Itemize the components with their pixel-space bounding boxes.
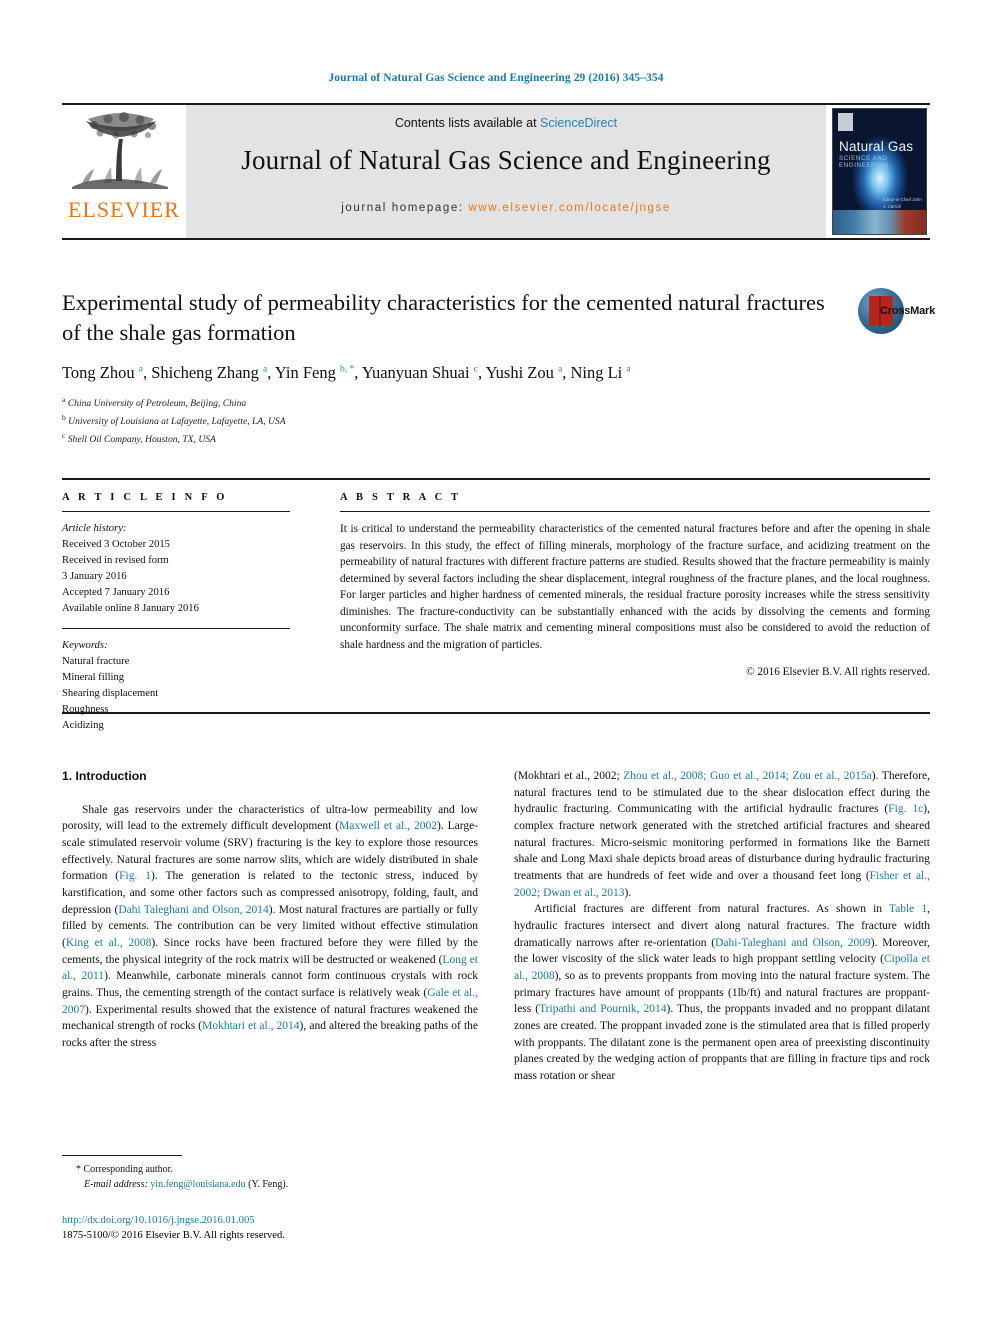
body-right-column: (Mokhtari et al., 2002; Zhou et al., 200… (514, 768, 930, 1085)
email-line: E-mail address: yin.feng@louisiana.edu (… (62, 1177, 478, 1192)
abstract-text: It is critical to understand the permeab… (340, 523, 930, 652)
divider (340, 511, 930, 512)
paper-page: Journal of Natural Gas Science and Engin… (0, 0, 992, 1323)
title-block: Experimental study of permeability chara… (62, 288, 930, 448)
sciencedirect-link[interactable]: ScienceDirect (540, 116, 617, 130)
journal-title: Journal of Natural Gas Science and Engin… (241, 145, 771, 175)
journal-masthead: ELSEVIER Contents lists available at Sci… (62, 103, 930, 240)
affiliation-text: University of Louisiana at Lafayette, La… (68, 416, 286, 428)
elsevier-tree-icon (64, 109, 182, 195)
doi-block: http://dx.doi.org/10.1016/j.jngse.2016.0… (62, 1213, 478, 1244)
contents-available-line: Contents lists available at ScienceDirec… (186, 116, 826, 130)
divider (62, 627, 290, 629)
affiliation-item: b University of Louisiana at Lafayette, … (62, 412, 930, 430)
crossmark-badge[interactable]: CrossMark (858, 288, 936, 340)
article-info-heading: A R T I C L E I N F O (62, 492, 228, 503)
affiliation-item: c Shell Oil Company, Houston, TX, USA (62, 430, 930, 448)
introduction-paragraphs: Shale gas reservoirs under the character… (62, 803, 479, 1050)
elsevier-wordmark: ELSEVIER (68, 197, 180, 222)
author-list: Tong Zhou a, Shicheng Zhang a, Yin Feng … (62, 363, 631, 383)
article-info-column: A R T I C L E I N F O Article history: R… (62, 480, 290, 734)
email-label: E-mail address: (84, 1179, 148, 1190)
affiliation-item: a China University of Petroleum, Beijing… (62, 394, 930, 412)
corresponding-author-line: * Corresponding author. (62, 1162, 478, 1177)
affiliation-marker: c (62, 430, 66, 440)
body-left-column: 1. Introduction Shale gas reservoirs und… (62, 768, 478, 1052)
history-item: Available online 8 January 2016 (62, 603, 199, 615)
info-abstract-section: A R T I C L E I N F O Article history: R… (62, 478, 930, 731)
introduction-continued-paragraphs: (Mokhtari et al., 2002; Zhou et al., 200… (514, 770, 930, 1083)
keyword-item: Shearing displacement (62, 687, 159, 699)
affiliation-marker: b (62, 413, 66, 423)
email-owner: (Y. Feng). (248, 1179, 289, 1190)
affiliation-marker: a (62, 395, 66, 405)
keyword-item: Roughness (62, 703, 109, 715)
history-item: Received in revised form (62, 555, 169, 567)
doi-link[interactable]: http://dx.doi.org/10.1016/j.jngse.2016.0… (62, 1213, 478, 1228)
email-link[interactable]: yin.feng@louisiana.edu (150, 1179, 245, 1190)
page-title: Experimental study of permeability chara… (62, 290, 825, 345)
contents-prefix: Contents lists available at (394, 116, 541, 130)
divider (62, 712, 930, 714)
history-item: Received 3 October 2015 (62, 539, 170, 551)
homepage-prefix: journal homepage: (341, 202, 469, 214)
corresponding-text: Corresponding author. (83, 1164, 173, 1175)
affiliation-text: China University of Petroleum, Beijing, … (67, 398, 247, 410)
corresponding-author-note: * Corresponding author. E-mail address: … (62, 1162, 478, 1192)
article-history-label: Article history: (62, 523, 127, 534)
journal-homepage-link[interactable]: www.elsevier.com/locate/jngse (468, 202, 670, 214)
history-item: 3 January 2016 (62, 571, 127, 583)
cover-title: Natural Gas (839, 139, 914, 154)
keywords-block: Keywords: Natural fracture Mineral filli… (62, 638, 290, 735)
elsevier-logo: ELSEVIER (62, 105, 186, 238)
cover-bottom-strip (833, 210, 926, 234)
abstract-copyright: © 2016 Elsevier B.V. All rights reserved… (746, 665, 930, 678)
cover-elsevier-logo (838, 113, 853, 131)
divider (62, 1155, 182, 1156)
footnote-block: * Corresponding author. E-mail address: … (62, 1155, 478, 1192)
keywords-label: Keywords: (62, 639, 108, 651)
running-head: Journal of Natural Gas Science and Engin… (328, 72, 664, 84)
affiliation-list: a China University of Petroleum, Beijing… (62, 394, 930, 447)
abstract-column: A B S T R A C T It is critical to unders… (340, 480, 930, 678)
abstract-heading: A B S T R A C T (340, 492, 462, 503)
corresponding-marker: * (76, 1164, 81, 1175)
crossmark-label: CrossMark (880, 305, 936, 317)
affiliation-text: Shell Oil Company, Houston, TX, USA (67, 434, 216, 446)
issn-copyright-line: 1875-5100/© 2016 Elsevier B.V. All right… (62, 1230, 285, 1242)
cover-editors: Editor-in-Chief John J. Carroll (883, 197, 922, 209)
masthead-band: Contents lists available at ScienceDirec… (186, 105, 826, 238)
section-heading-introduction: 1. Introduction (62, 769, 147, 783)
keyword-item: Natural fracture (62, 655, 130, 667)
keyword-item: Acidizing (62, 720, 104, 732)
article-history-block: Article history: Received 3 October 2015… (62, 521, 290, 618)
cover-subtitle: SCIENCE AND ENGINEERING (839, 155, 889, 169)
keyword-item: Mineral filling (62, 671, 125, 683)
journal-homepage-line: journal homepage: www.elsevier.com/locat… (186, 202, 826, 214)
history-item: Accepted 7 January 2016 (62, 587, 170, 599)
divider (62, 511, 290, 512)
journal-cover-thumbnail: Natural Gas SCIENCE AND ENGINEERING Edit… (832, 108, 927, 235)
